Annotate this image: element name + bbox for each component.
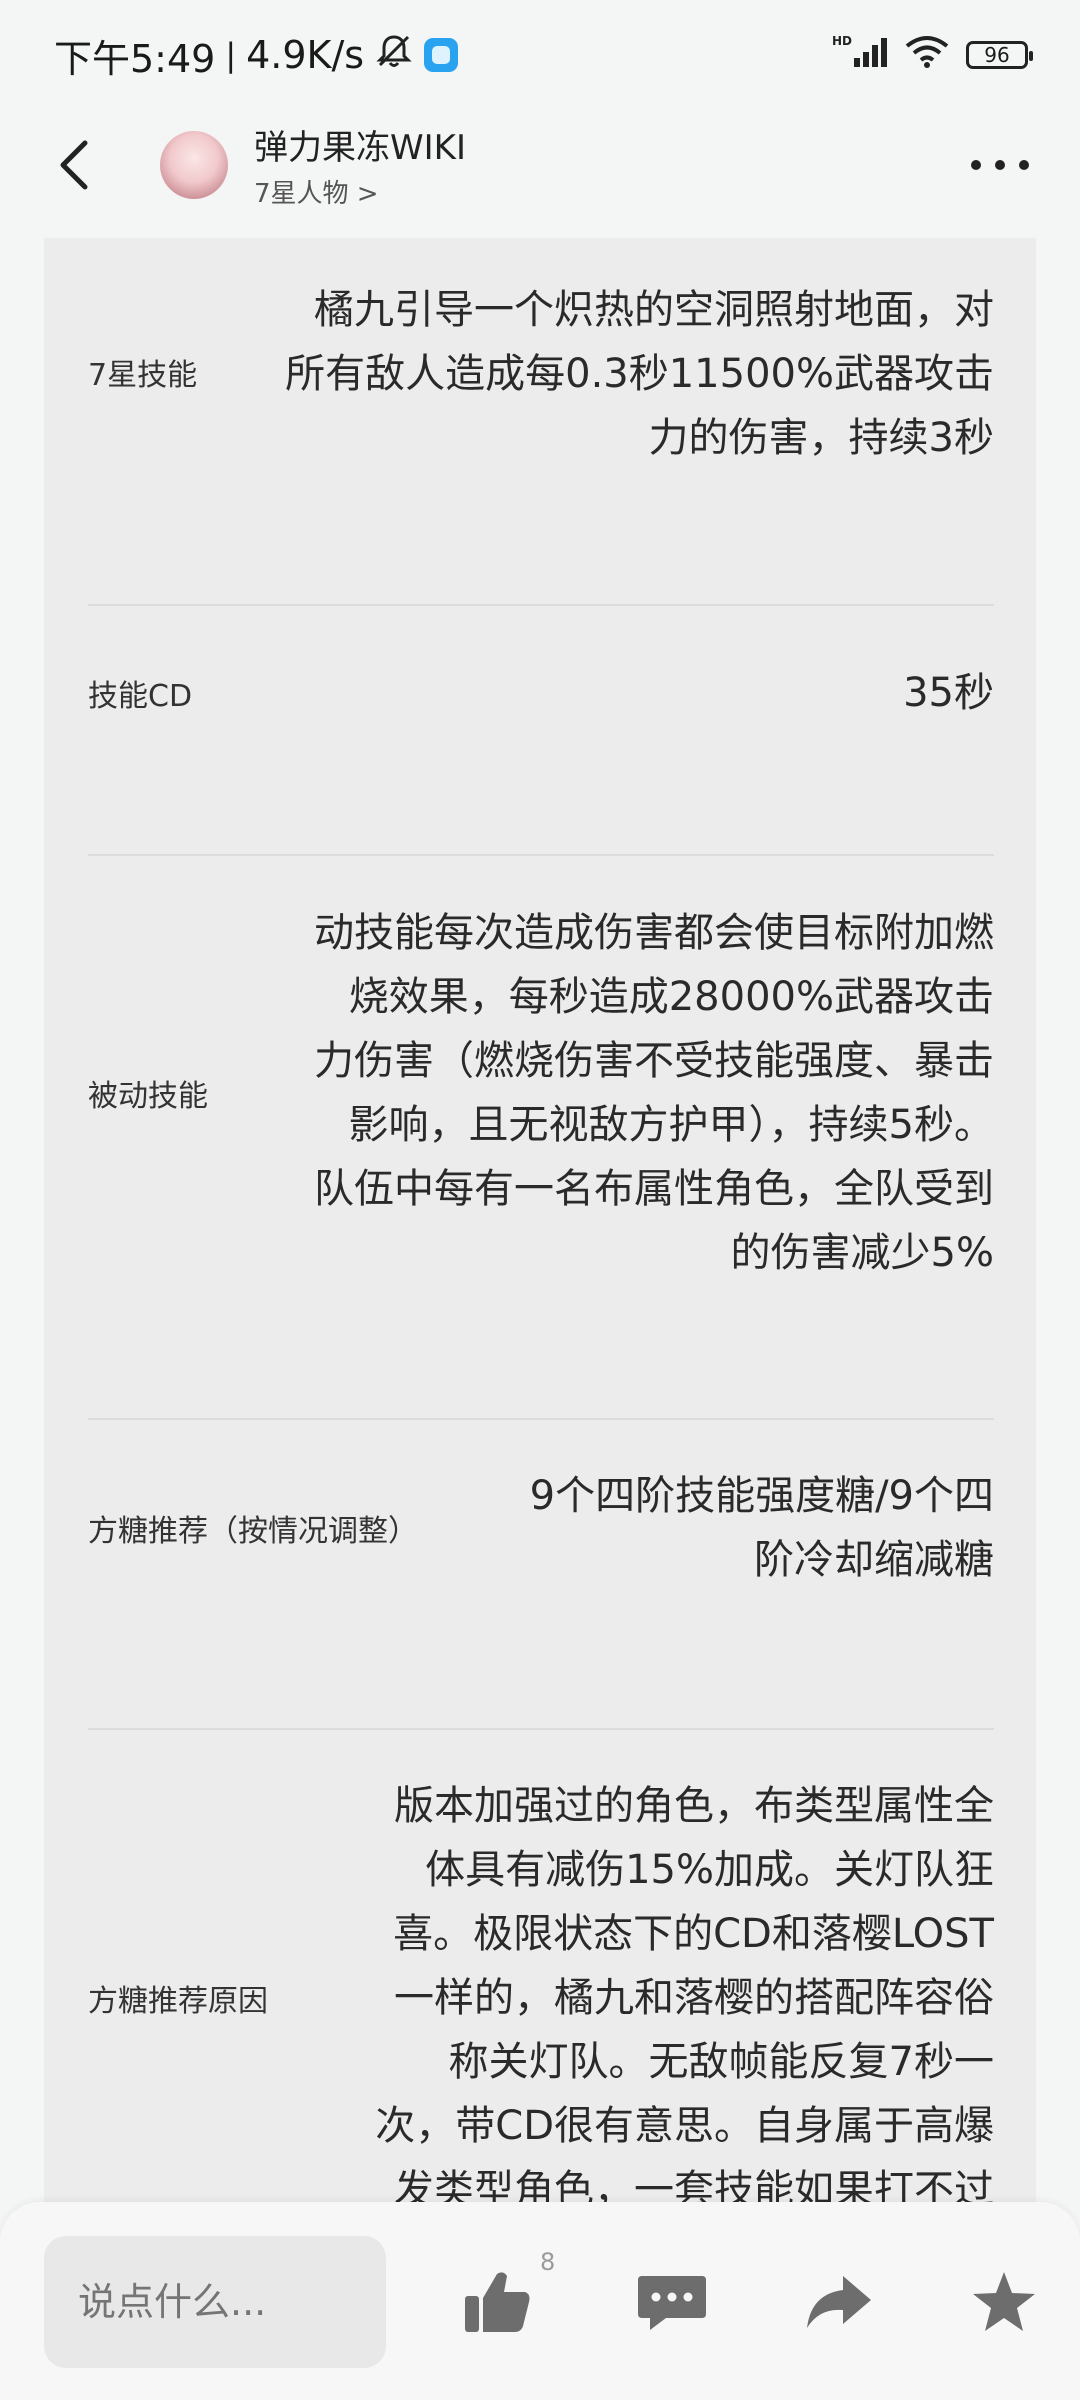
table-row-sugar-recommend: 方糖推荐（按情况调整） 9个四阶技能强度糖/9个四 阶冷却缩减糖	[88, 1458, 994, 1598]
signal-icon: HD	[832, 33, 888, 77]
status-left: 下午5:49 | 4.9K/s	[54, 28, 459, 83]
wifi-icon	[904, 33, 950, 77]
battery-icon: 96	[966, 41, 1033, 69]
value-line: 称关灯队。无敌帧能反复7秒一	[448, 2039, 994, 2085]
value-line: 9个四阶技能强度糖/9个四	[529, 1473, 994, 1519]
bottom-action-bar: 8	[0, 2202, 1080, 2400]
value-line: 体具有减伤15%加成。关灯队狂	[425, 1847, 994, 1893]
like-button[interactable]	[458, 2262, 538, 2342]
value-line: 所有敌人造成每0.3秒11500%武器攻击	[285, 351, 994, 397]
like-count: 8	[540, 2248, 556, 2276]
row-label: 技能CD	[88, 679, 193, 714]
battery-level: 96	[984, 43, 1010, 67]
breadcrumb[interactable]: 7星人物 >	[254, 173, 466, 210]
status-time: 下午5:49	[54, 36, 216, 81]
status-right: HD 96	[832, 33, 1033, 77]
table-row-passive-skill: 被动技能 动技能每次造成伤害都会使目标附加燃 烧效果，每秒造成28000%武器攻…	[88, 898, 994, 1288]
value-line: 次，带CD很有意思。自身属于高爆	[375, 2103, 994, 2149]
comment-input[interactable]	[44, 2236, 386, 2368]
value-line: 的伤害减少5%	[730, 1230, 994, 1276]
share-icon	[807, 2276, 871, 2328]
avatar[interactable]	[160, 131, 228, 199]
value-line: 影响，且无视敌方护甲），持续5秒。	[348, 1102, 994, 1148]
mute-icon	[374, 31, 414, 80]
more-button[interactable]	[960, 135, 1040, 195]
row-value: 35秒	[903, 661, 994, 725]
value-line: 喜。极限状态下的CD和落樱LOST	[393, 1911, 994, 1957]
wiki-content-table: 7星技能 橘九引导一个炽热的空洞照射地面，对 所有敌人造成每0.3秒11500%…	[44, 238, 1036, 2240]
table-row-7star-skill: 7星技能 橘九引导一个炽热的空洞照射地面，对 所有敌人造成每0.3秒11500%…	[88, 278, 994, 498]
row-value: 9个四阶技能强度糖/9个四 阶冷却缩减糖	[530, 1464, 994, 1592]
row-value: 版本加强过的角色，布类型属性全 体具有减伤15%加成。关灯队狂 喜。极限状态下的…	[375, 1774, 994, 2222]
value-line: 烧效果，每秒造成28000%武器攻击	[348, 974, 994, 1020]
network-type-label: HD	[832, 34, 852, 48]
status-speed: 4.9K/s	[246, 33, 365, 77]
row-value: 动技能每次造成伤害都会使目标附加燃 烧效果，每秒造成28000%武器攻击 力伤害…	[314, 901, 994, 1285]
back-arrow-icon	[60, 140, 88, 190]
divider	[88, 854, 994, 856]
table-row-sugar-reason: 方糖推荐原因 版本加强过的角色，布类型属性全 体具有减伤15%加成。关灯队狂 喜…	[88, 1768, 994, 2228]
app-header: 弹力果冻WIKI 7星人物 >	[0, 110, 1080, 220]
page-title: 弹力果冻WIKI	[254, 128, 466, 168]
header-title-group[interactable]: 弹力果冻WIKI 7星人物 >	[254, 120, 466, 210]
star-icon	[973, 2272, 1035, 2331]
value-line: 动技能每次造成伤害都会使目标附加燃	[314, 910, 994, 956]
divider	[88, 1728, 994, 1730]
table-row-skill-cd: 技能CD 35秒	[88, 648, 994, 738]
status-bar: 下午5:49 | 4.9K/s HD 96	[0, 0, 1080, 110]
divider	[88, 1418, 994, 1420]
row-label: 7星技能	[88, 358, 198, 393]
value-line: 力伤害（燃烧伤害不受技能强度、暴击	[314, 1038, 994, 1084]
value-line: 阶冷却缩减糖	[754, 1537, 994, 1583]
value-line: 版本加强过的角色，布类型属性全	[394, 1783, 994, 1829]
divider	[88, 604, 994, 606]
row-label: 被动技能	[88, 1079, 208, 1114]
value-line: 队伍中每有一名布属性角色，全队受到	[314, 1166, 994, 1212]
row-value: 橘九引导一个炽热的空洞照射地面，对 所有敌人造成每0.3秒11500%武器攻击 …	[285, 278, 994, 470]
comment-icon	[638, 2276, 706, 2330]
value-line: 橘九引导一个炽热的空洞照射地面，对	[314, 287, 994, 333]
back-button[interactable]	[40, 130, 110, 200]
thumbs-up-icon	[465, 2272, 530, 2332]
more-dots-icon	[971, 160, 1029, 170]
status-separator: |	[225, 36, 237, 74]
value-line: 35秒	[903, 670, 994, 716]
comment-button[interactable]	[632, 2262, 712, 2342]
value-line: 力的伤害，持续3秒	[648, 415, 994, 461]
share-button[interactable]	[798, 2262, 878, 2342]
app-notification-icon	[424, 38, 459, 72]
value-line: 一样的，橘九和落樱的搭配阵容俗	[394, 1975, 994, 2021]
row-label: 方糖推荐原因	[88, 1984, 268, 2019]
row-label: 方糖推荐（按情况调整）	[88, 1514, 418, 1549]
favorite-button[interactable]	[964, 2262, 1044, 2342]
